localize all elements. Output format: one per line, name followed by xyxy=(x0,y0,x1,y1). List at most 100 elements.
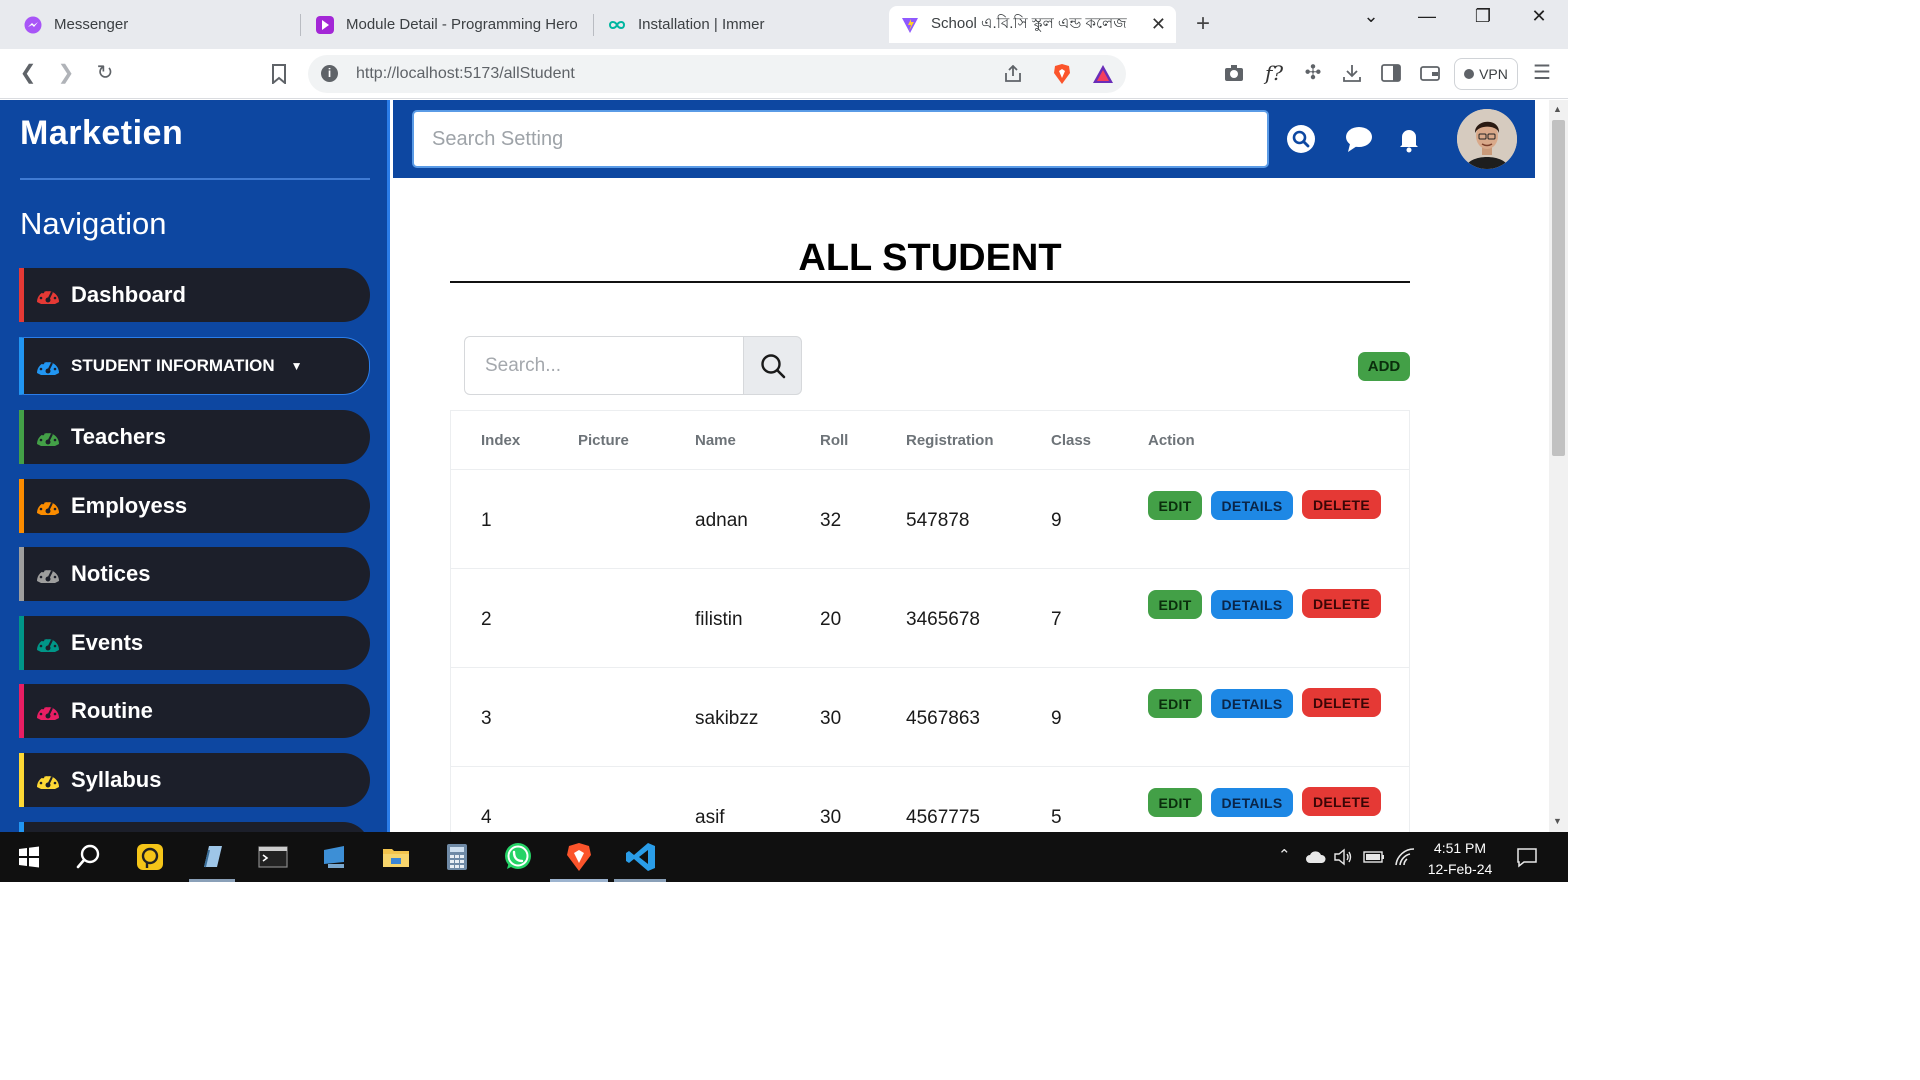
sidebar-item-label: Dashboard xyxy=(71,282,186,307)
delete-button[interactable]: DELETE xyxy=(1302,688,1381,717)
edit-button[interactable]: EDIT xyxy=(1148,689,1202,718)
close-tab-icon[interactable]: ✕ xyxy=(1151,14,1166,35)
tab-immer[interactable]: Installation | Immer xyxy=(588,6,884,43)
sidebar-item-notices[interactable]: Notices xyxy=(19,547,370,601)
vscode-icon[interactable] xyxy=(624,840,658,874)
sidebar-item-label: Events xyxy=(71,630,144,655)
tab-title: School এ.বি.সি স্কুল এন্ড কলেজ xyxy=(931,15,1127,32)
sidebar-item-partial[interactable] xyxy=(19,822,370,832)
brave-rewards-icon[interactable] xyxy=(1092,64,1114,84)
extensions-icon[interactable]: ✣ xyxy=(1301,61,1325,85)
onedrive-cloud-icon[interactable] xyxy=(1305,850,1327,864)
chat-icon[interactable] xyxy=(1344,124,1374,154)
page-title: ALL STUDENT xyxy=(798,237,1062,279)
share-icon[interactable] xyxy=(1004,65,1024,83)
whatsapp-icon[interactable] xyxy=(501,840,535,874)
site-info-icon[interactable]: i xyxy=(321,65,338,82)
delete-button[interactable]: DELETE xyxy=(1302,787,1381,816)
menu-icon[interactable]: ☰ xyxy=(1530,61,1554,85)
nav-title: Navigation xyxy=(20,206,167,241)
cell-index: 2 xyxy=(481,609,492,630)
vpn-label: VPN xyxy=(1479,66,1508,82)
cell-roll: 32 xyxy=(820,510,842,531)
cell-registration: 547878 xyxy=(906,510,970,531)
notepad-app-icon[interactable] xyxy=(195,840,229,874)
camera-icon[interactable] xyxy=(1224,64,1244,82)
details-button[interactable]: DETAILS xyxy=(1211,491,1293,520)
download-icon[interactable] xyxy=(1342,64,1362,82)
restore-icon[interactable]: ❐ xyxy=(1468,6,1498,27)
back-icon[interactable]: ❮ xyxy=(16,61,40,85)
address-bar[interactable]: i http://localhost:5173/allStudent xyxy=(308,55,1126,93)
gauge-icon xyxy=(37,359,59,375)
sidebar-icon[interactable] xyxy=(1381,64,1401,82)
wifi-icon[interactable] xyxy=(1394,847,1416,867)
sidebar-item-routine[interactable]: Routine xyxy=(19,684,370,738)
page-scrollbar[interactable]: ▲ ▼ xyxy=(1549,100,1568,832)
bell-icon[interactable] xyxy=(1394,124,1424,154)
tab-module-detail[interactable]: Module Detail - Programming Hero xyxy=(296,6,592,43)
vpn-button[interactable]: VPN xyxy=(1454,58,1518,90)
minimize-icon[interactable]: — xyxy=(1412,6,1442,27)
sidebar-item-employess[interactable]: Employess xyxy=(19,479,370,533)
tab-list-chevron-icon[interactable]: ⌄ xyxy=(1356,6,1386,27)
brave-shield-icon[interactable] xyxy=(1052,63,1072,85)
sidebar-item-events[interactable]: Events xyxy=(19,616,370,670)
terminal-icon[interactable] xyxy=(256,840,290,874)
divider xyxy=(20,178,370,180)
delete-button[interactable]: DELETE xyxy=(1302,490,1381,519)
scroll-down-icon[interactable]: ▼ xyxy=(1553,816,1562,826)
cell-name: filistin xyxy=(695,609,743,630)
details-button[interactable]: DETAILS xyxy=(1211,590,1293,619)
column-header-name: Name xyxy=(695,432,736,449)
clock-time: 4:51 PM xyxy=(1433,840,1487,856)
battery-icon[interactable] xyxy=(1363,850,1385,864)
tab-school[interactable]: School এ.বি.সি স্কুল এন্ড কলেজ ✕ xyxy=(889,6,1176,43)
settings-search[interactable] xyxy=(412,110,1269,168)
wallet-icon[interactable] xyxy=(1420,64,1440,82)
close-window-icon[interactable]: ✕ xyxy=(1524,6,1554,27)
calculator-icon[interactable] xyxy=(440,840,474,874)
student-search-button[interactable] xyxy=(743,336,802,395)
clock[interactable]: 4:51 PM 12-Feb-24 xyxy=(1420,838,1500,880)
reload-icon[interactable]: ↻ xyxy=(93,61,117,85)
windows-start-icon[interactable] xyxy=(12,840,46,874)
add-student-button[interactable]: ADD xyxy=(1358,352,1410,381)
sidebar-item-label: Employess xyxy=(71,493,188,518)
edit-button[interactable]: EDIT xyxy=(1148,788,1202,817)
details-button[interactable]: DETAILS xyxy=(1211,689,1293,718)
table-row: 4 asif 30 4567775 5 EDIT DETAILS DELETE xyxy=(451,767,1409,832)
app-yellow-icon[interactable] xyxy=(133,840,167,874)
chevron-up-icon[interactable]: ⌃ xyxy=(1278,846,1291,864)
new-tab-button[interactable]: + xyxy=(1196,10,1210,38)
avatar[interactable] xyxy=(1457,109,1517,169)
formula-icon[interactable]: f? xyxy=(1262,61,1286,85)
search-icon[interactable] xyxy=(71,840,105,874)
edit-button[interactable]: EDIT xyxy=(1148,590,1202,619)
file-explorer-icon[interactable] xyxy=(379,840,413,874)
settings-search-input[interactable] xyxy=(414,112,1267,166)
volume-icon[interactable] xyxy=(1333,848,1353,866)
notification-center-icon[interactable] xyxy=(1516,846,1538,868)
delete-button[interactable]: DELETE xyxy=(1302,589,1381,618)
sidebar-item-student-information[interactable]: STUDENT INFORMATION ▼ xyxy=(19,337,370,395)
sidebar-item-syllabus[interactable]: Syllabus xyxy=(19,753,370,807)
edit-button[interactable]: EDIT xyxy=(1148,491,1202,520)
table-row: 3 sakibzz 30 4567863 9 EDIT DETAILS DELE… xyxy=(451,668,1409,767)
tab-messenger[interactable]: Messenger xyxy=(4,6,300,43)
details-button[interactable]: DETAILS xyxy=(1211,788,1293,817)
sidebar-item-teachers[interactable]: Teachers xyxy=(19,410,370,464)
active-app-indicator xyxy=(614,879,666,882)
sidebar-item-dashboard[interactable]: Dashboard xyxy=(19,268,370,322)
windows-taskbar: ⌃ 4:51 PM 12-Feb-24 xyxy=(0,832,1568,882)
forward-icon[interactable]: ❯ xyxy=(54,61,78,85)
gauge-icon xyxy=(37,430,59,446)
tab-title: Module Detail - Programming Hero xyxy=(346,16,578,33)
search-icon[interactable] xyxy=(1286,124,1316,154)
brave-browser-icon[interactable] xyxy=(562,840,596,874)
bookmark-icon[interactable] xyxy=(270,64,288,84)
scroll-up-icon[interactable]: ▲ xyxy=(1553,104,1562,114)
student-search-input[interactable] xyxy=(464,336,744,395)
computer-icon[interactable] xyxy=(318,840,352,874)
scroll-thumb[interactable] xyxy=(1552,120,1565,456)
